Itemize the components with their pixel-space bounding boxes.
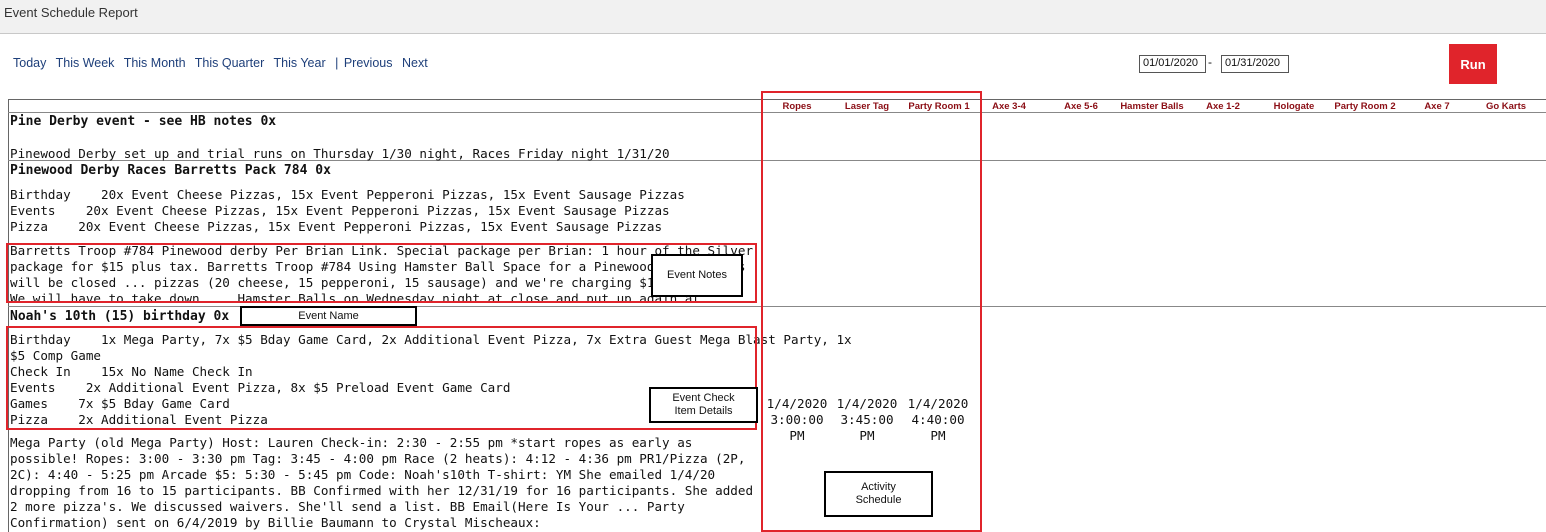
event-name-callout: Event Name <box>240 306 417 326</box>
next-link[interactable]: Next <box>402 56 428 70</box>
check-item: Birthday 20x Event Cheese Pizzas, 15x Ev… <box>10 187 685 202</box>
date-range-dash: - <box>1208 55 1212 69</box>
date-range-shortcuts: Today This Week This Month This Quarter … <box>13 56 434 70</box>
check-items-highlight <box>6 326 757 430</box>
check-item: Events 20x Event Cheese Pizzas, 15x Even… <box>10 203 670 218</box>
check-item: Pizza 20x Event Cheese Pizzas, 15x Event… <box>10 219 663 234</box>
title-bar: Event Schedule Report <box>0 0 1546 34</box>
today-link[interactable]: Today <box>13 56 46 70</box>
nav-separator: | <box>335 56 339 70</box>
previous-link[interactable]: Previous <box>344 56 393 70</box>
column-header-party-room-2: Party Room 2 <box>1334 101 1396 112</box>
column-header-axe-3-4: Axe 3-4 <box>992 101 1026 112</box>
event-notes: Mega Party (old Mega Party) Host: Lauren… <box>10 435 754 530</box>
start-date-field[interactable]: 01/01/2020 <box>1139 55 1206 73</box>
event-notes-clip: Mega Party (old Mega Party) Host: Lauren… <box>10 435 758 532</box>
this-month-link[interactable]: This Month <box>124 56 186 70</box>
page-title: Event Schedule Report <box>4 5 138 20</box>
column-header-axe-1-2: Axe 1-2 <box>1206 101 1240 112</box>
activity-schedule-callout: Activity Schedule <box>824 471 933 517</box>
this-week-link[interactable]: This Week <box>56 56 115 70</box>
event-notes-highlight <box>6 243 757 303</box>
this-year-link[interactable]: This Year <box>274 56 326 70</box>
event-notes: Pinewood Derby set up and trial runs on … <box>10 146 670 161</box>
column-header-go-karts: Go Karts <box>1485 101 1527 112</box>
end-date-field[interactable]: 01/31/2020 <box>1221 55 1289 73</box>
event-name: Pine Derby event - see HB notes 0x <box>10 114 277 129</box>
column-header-axe-7: Axe 7 <box>1424 101 1450 112</box>
column-header-axe-5-6: Axe 5-6 <box>1064 101 1098 112</box>
activity-schedule-highlight <box>761 91 982 532</box>
event-notes-callout: Event Notes <box>651 254 743 297</box>
event-name: Noah's 10th (15) birthday 0x <box>10 309 230 324</box>
column-header-hamster-balls: Hamster Balls <box>1120 101 1184 112</box>
event-name: Pinewood Derby Races Barretts Pack 784 0… <box>10 163 331 178</box>
event-check-item-details-callout: Event Check Item Details <box>649 387 758 423</box>
column-header-hologate: Hologate <box>1273 101 1315 112</box>
run-button[interactable]: Run <box>1449 44 1497 84</box>
this-quarter-link[interactable]: This Quarter <box>195 56 264 70</box>
